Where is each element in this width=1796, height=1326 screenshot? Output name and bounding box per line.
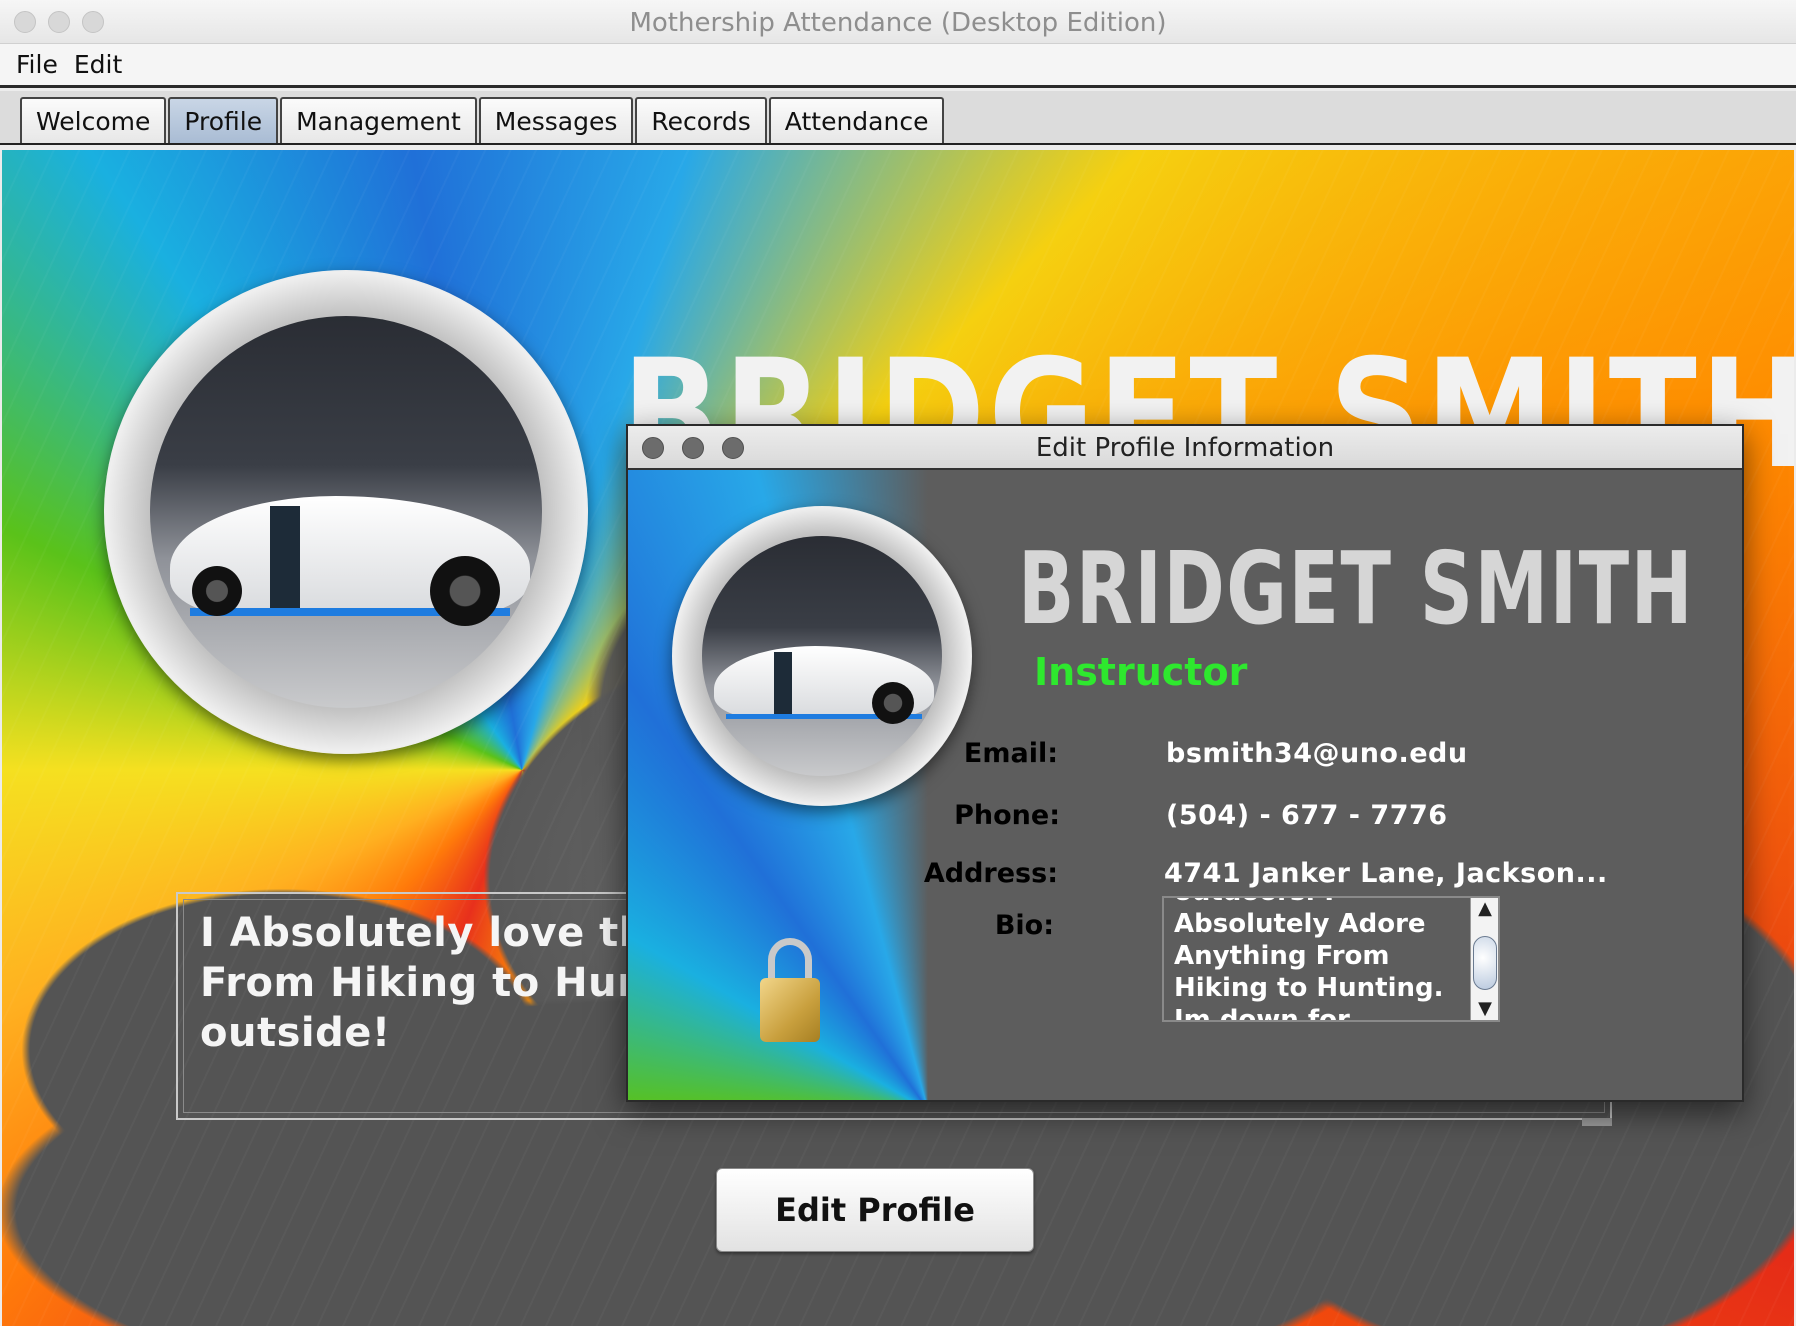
window-titlebar: Mothership Attendance (Desktop Edition) (0, 0, 1796, 44)
tab-strip: Welcome Profile Management Messages Reco… (0, 91, 1796, 145)
menu-file[interactable]: File (16, 50, 58, 79)
dialog-title: Edit Profile Information (1035, 433, 1335, 463)
address-field[interactable]: 4741 Janker Lane, Jackson... (1164, 858, 1608, 889)
scroll-down-icon[interactable]: ▼ (1471, 998, 1498, 1020)
menu-edit[interactable]: Edit (74, 50, 122, 79)
dialog-role: Instructor (1034, 650, 1248, 694)
phone-label: Phone: (954, 800, 1060, 831)
tab-management[interactable]: Management (280, 97, 477, 143)
scroll-thumb[interactable] (1473, 936, 1497, 990)
dialog-profile-name: BRIDGET SMITH (1018, 530, 1694, 647)
edit-profile-button[interactable]: Edit Profile (716, 1168, 1034, 1252)
bio-label: Bio: (994, 910, 1054, 941)
email-label: Email: (963, 738, 1058, 769)
tab-welcome[interactable]: Welcome (20, 97, 167, 143)
dialog-body: BRIDGET SMITH Instructor Email: bsmith34… (628, 470, 1742, 1100)
address-label: Address: (923, 858, 1058, 889)
bio-textarea[interactable]: outdoors. I Absolutely Adore Anything Fr… (1162, 896, 1500, 1022)
edit-profile-dialog: Edit Profile Information BRIDGET SMITH I… (626, 424, 1744, 1102)
tab-messages[interactable]: Messages (478, 97, 634, 143)
tab-profile[interactable]: Profile (168, 97, 279, 143)
bio-textarea-text: outdoors. I Absolutely Adore Anything Fr… (1174, 898, 1444, 1022)
avatar-photo (150, 316, 542, 708)
tab-records[interactable]: Records (635, 97, 767, 143)
email-field[interactable]: bsmith34@uno.edu (1166, 738, 1468, 769)
lock-icon[interactable] (760, 938, 820, 1042)
window-title: Mothership Attendance (Desktop Edition) (629, 8, 1167, 38)
dialog-titlebar: Edit Profile Information (628, 426, 1742, 470)
menu-bar: File Edit (0, 44, 1796, 88)
bio-scrollbar[interactable]: ▲ ▼ (1470, 898, 1498, 1020)
profile-avatar[interactable] (104, 270, 588, 754)
phone-field[interactable]: (504) - 677 - 7776 (1166, 800, 1448, 831)
tab-attendance[interactable]: Attendance (768, 97, 945, 143)
main-window: Mothership Attendance (Desktop Edition) … (0, 0, 1796, 1326)
bio-scroll-handle[interactable] (1582, 1118, 1612, 1126)
scroll-up-icon[interactable]: ▲ (1471, 898, 1498, 920)
